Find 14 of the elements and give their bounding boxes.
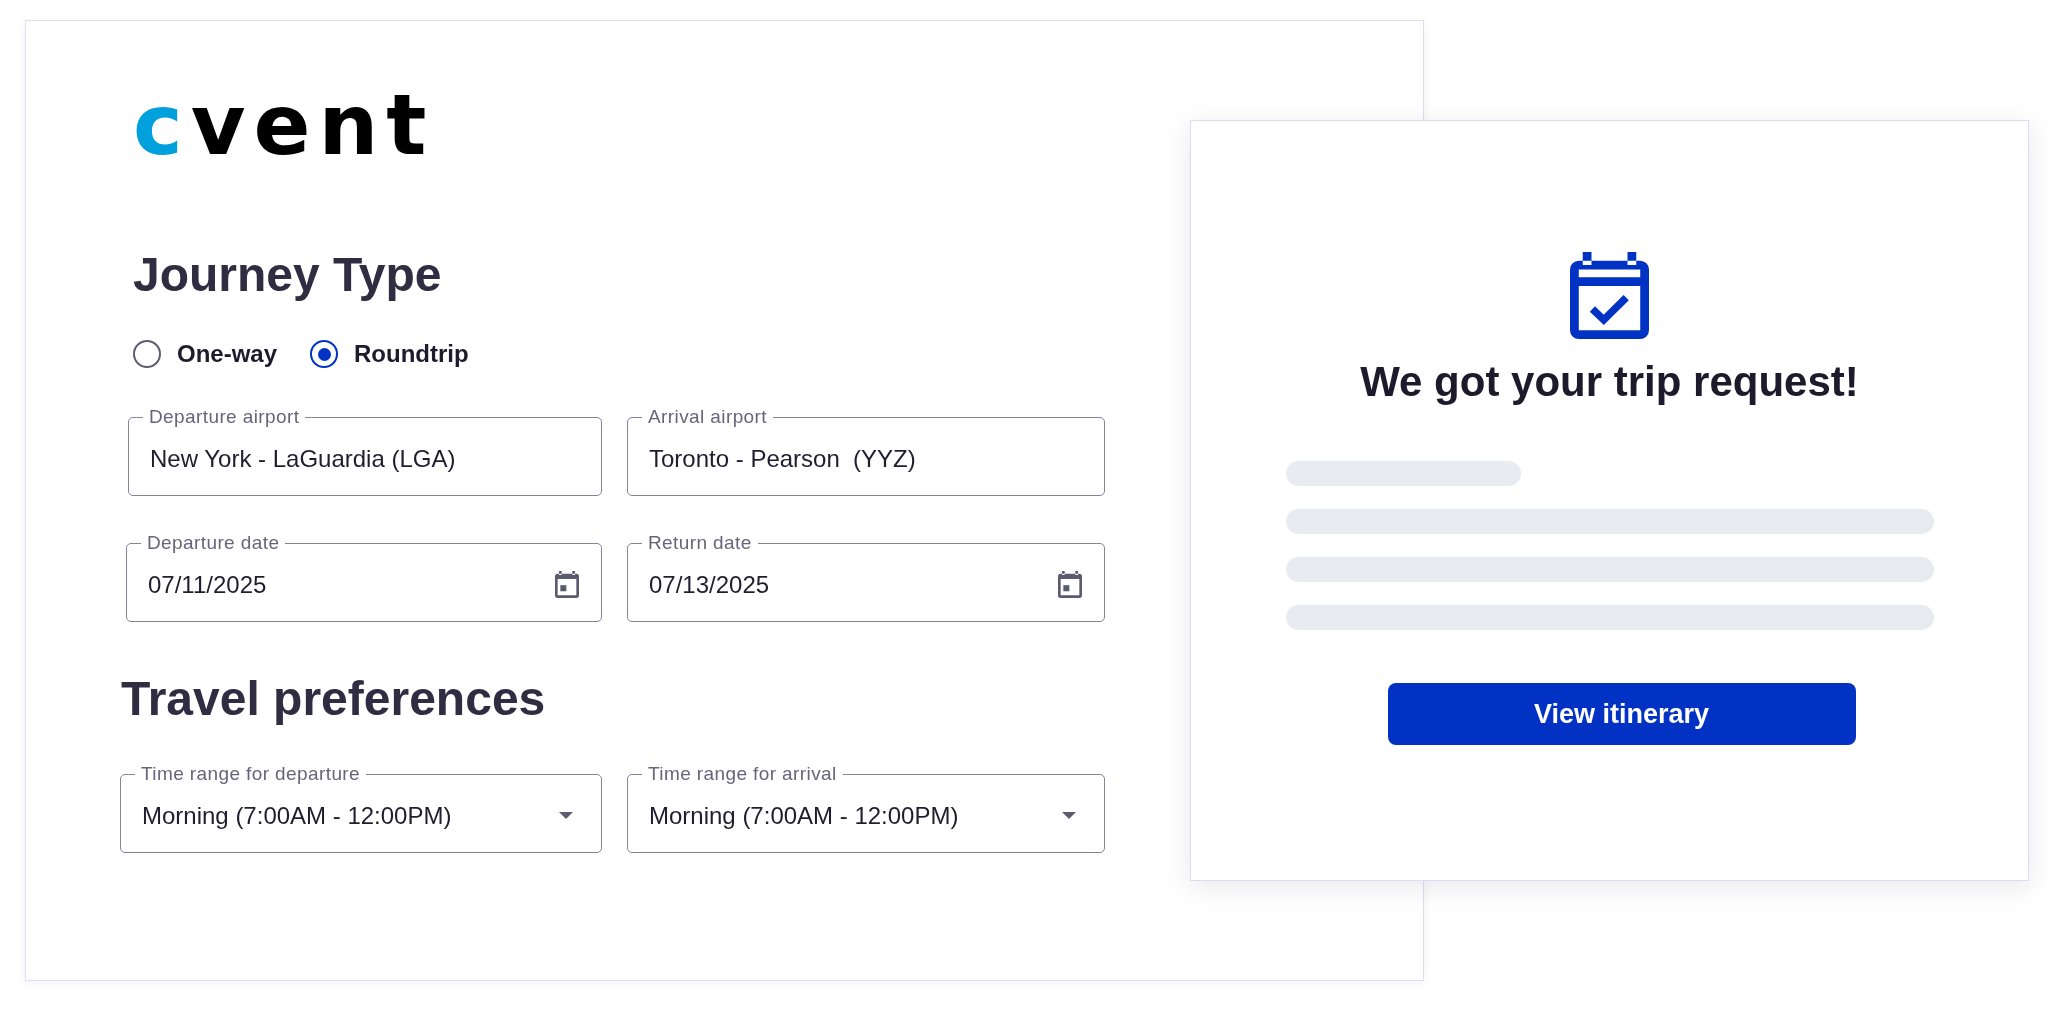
confirmation-title: We got your trip request!	[1360, 357, 1859, 407]
caret-icon	[1062, 812, 1076, 819]
caret-icon	[559, 812, 573, 819]
section-heading: Travel preferences	[121, 671, 546, 727]
radio-button[interactable]	[133, 340, 161, 368]
itinerary-button[interactable]: View itinerary	[1387, 683, 1856, 745]
logo: cvent	[133, 83, 435, 167]
calendar-icon[interactable]	[555, 571, 579, 598]
radio-label[interactable]: Roundtrip	[354, 340, 469, 368]
radio-button[interactable]	[310, 340, 339, 368]
calendar-check-icon	[1570, 252, 1649, 339]
radio-label[interactable]: One-way	[177, 340, 278, 368]
calendar-icon[interactable]	[1058, 571, 1082, 598]
section-heading: Journey Type	[133, 247, 442, 303]
